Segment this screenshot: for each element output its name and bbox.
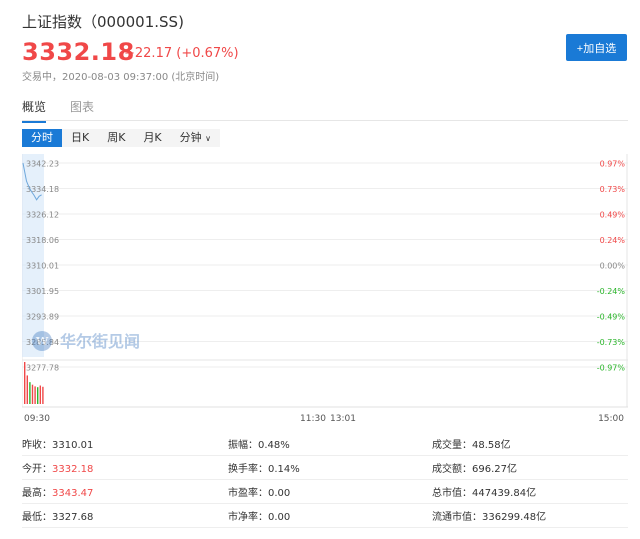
stat-label: 成交额： xyxy=(432,464,472,475)
period-selector: 分时 日K 周K 月K 分钟 ∨ xyxy=(22,129,221,147)
stat-label: 今开： xyxy=(22,464,52,475)
trading-status: 交易中，2020-08-03 09:37:00 (北京时间) xyxy=(22,72,220,83)
page-title: 上证指数（000001.SS) xyxy=(22,13,184,31)
volume-bar xyxy=(26,375,28,404)
stat-value: 696.27亿 xyxy=(472,464,517,475)
stat-item: 最高：3343.47 xyxy=(22,484,93,499)
add-watchlist-button[interactable]: +加自选 xyxy=(566,34,627,61)
stat-label: 流通市值： xyxy=(432,512,482,523)
stat-value: 48.58亿 xyxy=(472,440,511,451)
stat-label: 总市值： xyxy=(432,488,472,499)
volume-bar xyxy=(29,382,31,404)
stat-value: 336299.48亿 xyxy=(482,512,547,523)
x-tick-label: 11:30 xyxy=(300,414,326,424)
stat-item: 换手率：0.14% xyxy=(228,460,300,475)
stat-item: 最低：3327.68 xyxy=(22,508,93,523)
stat-value: 3327.68 xyxy=(52,512,94,523)
period-intraday[interactable]: 分时 xyxy=(22,129,62,147)
y-tick-label: 3342.23 xyxy=(26,160,59,169)
period-monthly-k[interactable]: 月K xyxy=(134,129,170,147)
stat-value: 3310.01 xyxy=(52,440,94,451)
stat-label: 昨收： xyxy=(22,440,52,451)
x-tick-label: 15:00 xyxy=(598,414,624,424)
y-tick-label: 3310.01 xyxy=(26,262,59,271)
stat-item: 成交量：48.58亿 xyxy=(432,436,511,451)
stat-label: 市盈率： xyxy=(228,488,268,499)
percent-tick-label: 0.00% xyxy=(600,262,626,271)
stats-row: 最高：3343.47 市盈率：0.00 总市值：447439.84亿 xyxy=(22,479,628,504)
tab-divider xyxy=(22,120,628,121)
period-weekly-k[interactable]: 周K xyxy=(98,129,134,147)
y-tick-label: 3326.12 xyxy=(26,211,59,220)
stat-value: 0.14% xyxy=(268,464,300,475)
y-tick-label: 3301.95 xyxy=(26,287,59,296)
stat-item: 振幅：0.48% xyxy=(228,436,290,451)
percent-tick-label: -0.73% xyxy=(597,338,626,347)
volume-bar xyxy=(42,386,44,404)
stat-value: 0.00 xyxy=(268,512,291,523)
percent-tick-label: -0.49% xyxy=(597,313,626,322)
price-change: +22.17 (+0.67%) xyxy=(124,46,239,61)
volume-bar xyxy=(34,386,36,404)
stat-label: 市净率： xyxy=(228,512,268,523)
stat-label: 成交量： xyxy=(432,440,472,451)
percent-tick-label: -0.97% xyxy=(597,364,626,373)
stat-item: 昨收：3310.01 xyxy=(22,436,93,451)
y-tick-label: 3277.78 xyxy=(26,364,59,373)
volume-bar xyxy=(37,387,39,404)
stat-value: 3332.18 xyxy=(52,464,94,475)
percent-axis-ticks: 0.97% 0.73% 0.49% 0.24% 0.00% -0.24% -0.49% -0.… xyxy=(597,160,626,373)
stat-item: 市净率：0.00 xyxy=(228,508,290,523)
stats-row: 最低：3327.68 市净率：0.00 流通市值：336299.48亿 xyxy=(22,503,628,528)
volume-bar xyxy=(39,385,41,404)
stat-item: 市盈率：0.00 xyxy=(228,484,290,499)
volume-bar xyxy=(31,384,34,404)
x-axis-ticks: 09:30 11:30 13:01 15:00 xyxy=(24,414,624,424)
watermark-text: 华尔街见闻 xyxy=(60,332,140,351)
watermark: W 华尔街见闻 xyxy=(32,331,140,351)
percent-tick-label: 0.97% xyxy=(600,160,626,169)
current-price: 3332.18 xyxy=(22,38,135,66)
stat-label: 最低： xyxy=(22,512,52,523)
y-tick-label: 3334.18 xyxy=(26,185,59,194)
stat-item: 今开：3332.18 xyxy=(22,460,93,475)
percent-tick-label: 0.24% xyxy=(600,236,626,245)
percent-tick-label: -0.24% xyxy=(597,287,626,296)
stat-value: 447439.84亿 xyxy=(472,488,537,499)
period-minute[interactable]: 分钟 ∨ xyxy=(171,129,220,147)
stat-label: 换手率： xyxy=(228,464,268,475)
stat-item: 流通市值：336299.48亿 xyxy=(432,508,546,523)
period-daily-k[interactable]: 日K xyxy=(62,129,98,147)
y-tick-label: 3318.06 xyxy=(26,236,59,245)
percent-tick-label: 0.73% xyxy=(600,185,626,194)
x-tick-label: 09:30 xyxy=(24,414,50,424)
period-minute-label: 分钟 xyxy=(179,131,202,144)
stat-value: 0.00 xyxy=(268,488,291,499)
stat-value: 3343.47 xyxy=(52,488,94,499)
stats-row: 昨收：3310.01 振幅：0.48% 成交量：48.58亿 xyxy=(22,431,628,456)
stat-value: 0.48% xyxy=(258,440,290,451)
chart-grid xyxy=(22,154,628,407)
stat-label: 振幅： xyxy=(228,440,258,451)
svg-text:W: W xyxy=(35,335,49,348)
percent-tick-label: 0.49% xyxy=(600,211,626,220)
x-tick-label: 13:01 xyxy=(330,414,356,424)
stat-item: 总市值：447439.84亿 xyxy=(432,484,536,499)
chevron-down-icon: ∨ xyxy=(205,134,212,143)
volume-bar xyxy=(24,362,26,404)
y-tick-label: 3293.89 xyxy=(26,313,59,322)
stat-item: 成交额：696.27亿 xyxy=(432,460,517,475)
intraday-chart[interactable]: 3342.23 3334.18 3326.12 3318.06 3310.01 3301.… xyxy=(22,154,628,426)
stat-label: 最高： xyxy=(22,488,52,499)
stats-row: 今开：3332.18 换手率：0.14% 成交额：696.27亿 xyxy=(22,455,628,480)
